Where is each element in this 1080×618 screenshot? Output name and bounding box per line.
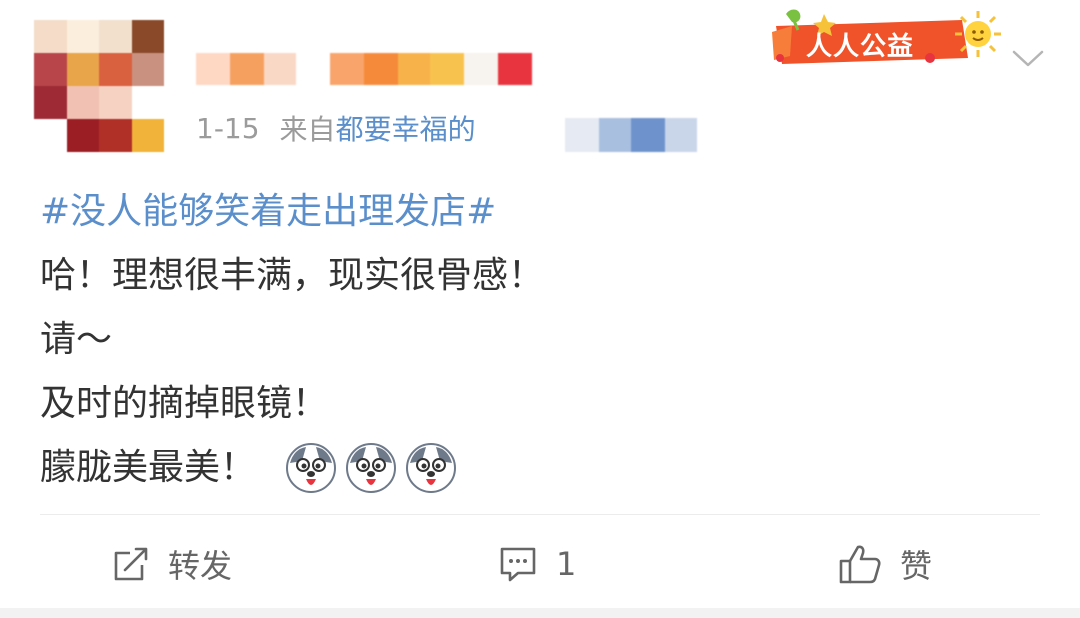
post-text-line: 哈！理想很丰满，现实很骨感！	[40, 255, 545, 296]
badge-label: 人人公益	[806, 32, 915, 62]
post-meta: 1-15 来自 都要幸福的	[196, 109, 476, 147]
comment-icon	[500, 547, 536, 582]
feed-separator	[0, 608, 1080, 618]
husky-tongue-emoji	[286, 443, 337, 493]
thumbs-up-icon	[839, 545, 881, 584]
like-button[interactable]: 赞	[838, 540, 932, 588]
comment-button[interactable]: 1	[498, 540, 576, 588]
post-date: 1-15	[196, 111, 260, 145]
repost-icon	[114, 547, 148, 581]
source-app-link[interactable]: 都要幸福的	[336, 108, 476, 148]
chevron-down-icon[interactable]	[1008, 44, 1048, 72]
post-body: #没人能够笑着走出理发店# 哈！理想很丰满，现实很骨感！ 请～ 及时的摘掉眼镜！…	[40, 180, 1040, 500]
husky-tongue-emoji	[406, 443, 457, 493]
source-prefix: 来自	[279, 113, 336, 146]
source-suffix-blurred	[565, 118, 697, 152]
like-label: 赞	[900, 547, 933, 585]
hashtag-link[interactable]: #没人能够笑着走出理发店#	[40, 180, 496, 244]
comment-count: 1	[556, 545, 577, 583]
sun-icon	[955, 11, 1001, 57]
divider	[40, 514, 1040, 515]
emoji-group	[284, 441, 458, 495]
repost-label: 转发	[168, 547, 233, 585]
charity-badge[interactable]: 人人公益	[762, 6, 1001, 72]
post-text-line: 朦胧美最美！	[40, 447, 257, 488]
avatar[interactable]	[34, 20, 164, 152]
husky-tongue-emoji	[346, 443, 397, 493]
username-blurred[interactable]	[196, 53, 532, 85]
post-text-line: 及时的摘掉眼镜！	[40, 383, 329, 424]
repost-button[interactable]: 转发	[112, 540, 232, 588]
post-text-line: 请～	[40, 319, 113, 360]
